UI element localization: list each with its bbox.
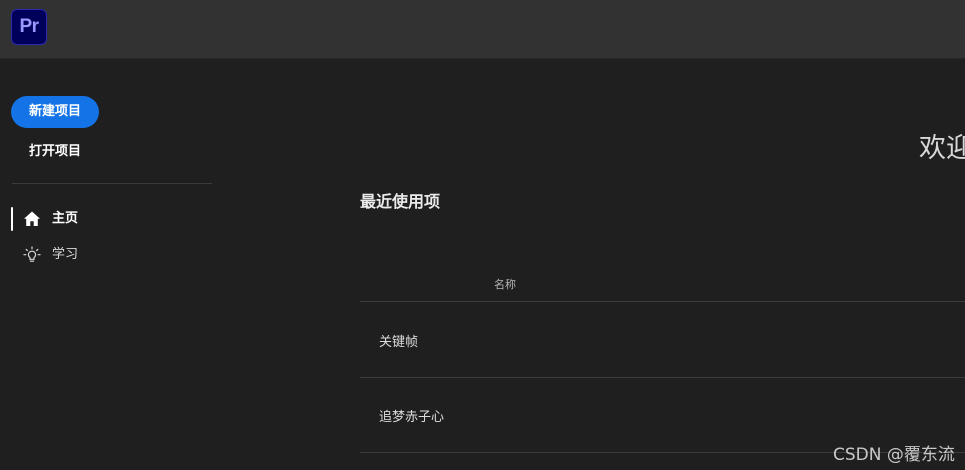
recent-items-title: 最近使用项 <box>360 192 441 211</box>
top-bar: Pr <box>0 0 965 59</box>
sidebar-item-learn[interactable]: 学习 <box>11 243 211 267</box>
column-header-name[interactable]: 名称 <box>494 276 516 292</box>
sidebar-divider <box>12 183 212 184</box>
open-project-button[interactable]: 打开项目 <box>11 136 99 168</box>
table-row[interactable]: 关键帧 <box>360 302 965 378</box>
welcome-heading: 欢迎 <box>919 133 965 164</box>
new-project-button[interactable]: 新建项目 <box>11 96 99 128</box>
sidebar-item-home[interactable]: 主页 <box>11 207 211 231</box>
lightbulb-icon <box>23 246 41 264</box>
sidebar-item-label: 学习 <box>52 247 79 262</box>
sidebar-item-label: 主页 <box>52 211 79 226</box>
sidebar: 新建项目 打开项目 主页 学习 <box>0 59 222 470</box>
project-name: 关键帧 <box>379 335 419 350</box>
project-name: 追梦赤子心 <box>379 410 445 425</box>
active-indicator <box>11 207 13 231</box>
watermark: CSDN @覆东流 <box>833 445 955 465</box>
premiere-logo[interactable]: Pr <box>11 9 47 45</box>
home-icon <box>23 210 41 228</box>
